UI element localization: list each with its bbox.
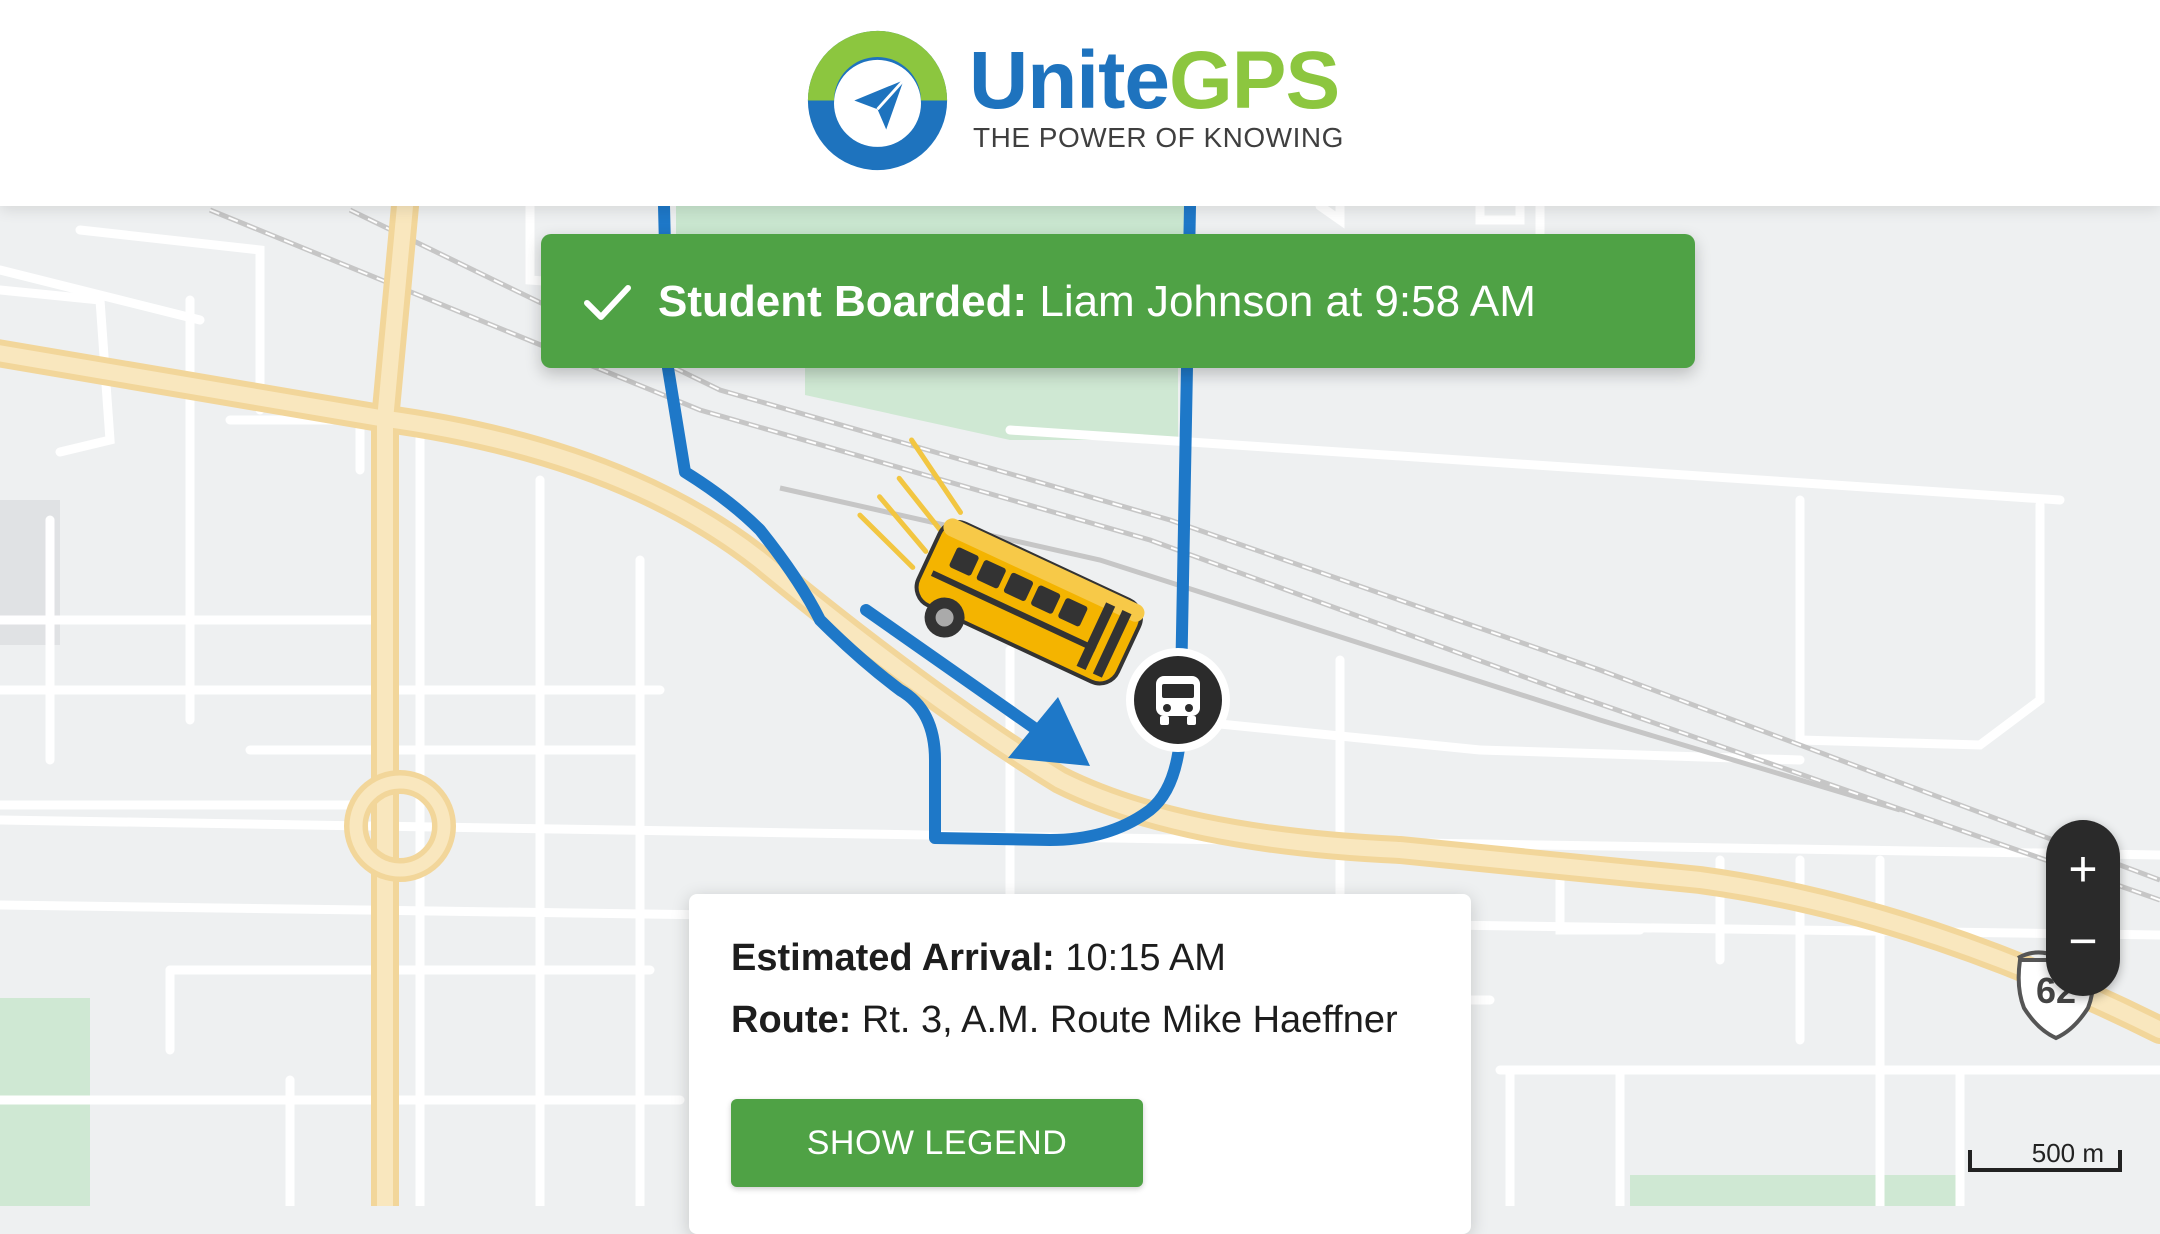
zoom-out-button[interactable]: − [2046,904,2120,978]
check-icon [584,285,631,320]
route-name: Rt. 3, A.M. Route Mike Haeffner [861,999,1398,1041]
park-area [1630,1175,1960,1206]
route-info: Route: Rt. 3, A.M. Route Mike Haeffner [731,999,1398,1041]
scale-label: 500 m [2031,1138,2104,1168]
show-legend-button[interactable]: SHOW LEGEND [731,1099,1143,1187]
brand-tagline: THE POWER OF KNOWING [973,122,1344,153]
map-scale: 500 m [1968,1138,2122,1172]
paper-plane-icon [807,30,948,171]
zoom-in-button[interactable]: + [2046,832,2120,906]
estimated-arrival: Estimated Arrival: 10:15 AM [731,937,1226,979]
notification-label: Student Boarded: [658,277,1028,326]
arrival-time: 10:15 AM [1065,937,1226,979]
student-boarded-notification: Student Boarded: Liam Johnson at 9:58 AM [541,234,1695,368]
zoom-control: + − [2046,820,2120,996]
brand-name: UniteGPS [969,35,1340,126]
app-header: UniteGPS THE POWER OF KNOWING [0,0,2160,206]
bus-marker [1126,648,1230,752]
notification-message: Liam Johnson at 9:58 AM [1039,277,1536,326]
unitegps-logo: UniteGPS THE POWER OF KNOWING [805,26,1365,176]
trip-info-card: Estimated Arrival: 10:15 AM Route: Rt. 3… [689,894,1471,1234]
notification-text: Student Boarded: Liam Johnson at 9:58 AM [658,276,1536,328]
